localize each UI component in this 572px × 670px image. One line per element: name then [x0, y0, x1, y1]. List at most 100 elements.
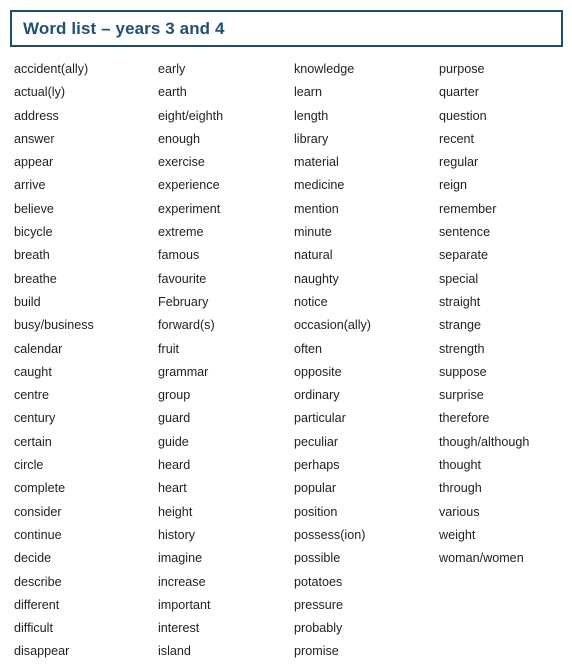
word-columns-container: accident(ally) actual(ly) address answer app…	[0, 58, 572, 664]
word-item: notice	[294, 294, 328, 309]
word-item: material	[294, 155, 339, 170]
word-item: length	[294, 108, 329, 123]
word-item: popular	[294, 481, 337, 496]
word-item: appear	[14, 155, 54, 170]
word-item: recent	[439, 131, 475, 146]
word-item: purpose	[439, 62, 485, 76]
word-item: famous	[158, 248, 200, 263]
word-item: thought	[439, 458, 482, 473]
word-item: group	[158, 388, 191, 403]
word-item: extreme	[158, 225, 204, 240]
word-item: bicycle	[14, 225, 53, 240]
word-item: promise	[294, 644, 339, 659]
word-item: certain	[14, 434, 52, 449]
word-item: reign	[439, 178, 468, 193]
word-item: remember	[439, 201, 497, 216]
word-item: complete	[14, 481, 66, 496]
word-item: different	[14, 597, 60, 612]
word-item: enough	[158, 131, 201, 146]
word-item: strength	[439, 341, 485, 356]
word-item: various	[439, 504, 480, 519]
word-item: particular	[294, 411, 346, 426]
word-item: eight/eighth	[158, 108, 224, 123]
word-item: quarter	[439, 85, 479, 100]
word-item: island	[158, 644, 191, 659]
word-item: arrive	[14, 178, 46, 193]
word-item: guard	[158, 411, 191, 426]
word-item: often	[294, 341, 323, 356]
word-item: possible	[294, 551, 341, 566]
word-item: important	[158, 597, 211, 612]
word-item: library	[294, 131, 329, 146]
word-item: believe	[14, 201, 54, 216]
word-item: earth	[158, 85, 187, 100]
word-item: actual(ly)	[14, 85, 66, 100]
word-item: therefore	[439, 411, 490, 426]
word-item: question	[439, 108, 487, 123]
word-item: heard	[158, 458, 191, 473]
word-column-1: accident(ally) actual(ly) address answer app…	[0, 58, 144, 664]
word-item: though/although	[439, 434, 530, 449]
word-item: pressure	[294, 597, 343, 612]
word-item: regular	[439, 155, 479, 170]
word-item: accident(ally)	[14, 62, 89, 76]
word-item: separate	[439, 248, 489, 263]
word-item: surprise	[439, 388, 484, 403]
word-item: special	[439, 271, 479, 286]
word-item: disappear	[14, 644, 70, 659]
word-item: busy/business	[14, 318, 94, 333]
word-item: minute	[294, 225, 332, 240]
word-item: increase	[158, 574, 206, 589]
word-list-page: Word list – years 3 and 4 accident(ally)…	[0, 0, 572, 670]
word-item: guide	[158, 434, 189, 449]
word-item: address	[14, 108, 59, 123]
word-item: learn	[294, 85, 323, 100]
word-item: position	[294, 504, 338, 519]
word-item: mention	[294, 201, 339, 216]
word-column-3: knowledge learn length library material medic…	[281, 58, 426, 664]
word-item: height	[158, 504, 193, 519]
word-item: knowledge	[294, 62, 355, 76]
word-item: natural	[294, 248, 333, 263]
word-item: circle	[14, 458, 44, 473]
word-item: sentence	[439, 225, 491, 240]
word-item: potatoes	[294, 574, 343, 589]
word-item: forward(s)	[158, 318, 215, 333]
word-item: centre	[14, 388, 50, 403]
word-item: century	[14, 411, 56, 426]
word-item: build	[14, 294, 41, 309]
word-item: calendar	[14, 341, 63, 356]
word-item: straight	[439, 294, 481, 309]
word-item: breathe	[14, 271, 57, 286]
word-item: naughty	[294, 271, 339, 286]
word-item: strange	[439, 318, 482, 333]
word-item: perhaps	[294, 458, 340, 473]
word-item: occasion(ally)	[294, 318, 371, 333]
word-item: imagine	[158, 551, 203, 566]
word-item: caught	[14, 364, 52, 379]
word-item: through	[439, 481, 482, 496]
word-item: February	[158, 294, 209, 309]
word-item: probably	[294, 621, 343, 636]
word-item: early	[158, 62, 186, 76]
word-item: opposite	[294, 364, 342, 379]
word-item: ordinary	[294, 388, 340, 403]
word-item: continue	[14, 527, 62, 542]
word-item: exercise	[158, 155, 205, 170]
page-title: Word list – years 3 and 4	[23, 18, 225, 38]
word-item: difficult	[14, 621, 53, 636]
word-item: weight	[439, 527, 476, 542]
word-item: suppose	[439, 364, 487, 379]
word-item: favourite	[158, 271, 207, 286]
word-item: possess(ion)	[294, 527, 366, 542]
word-item: answer	[14, 131, 55, 146]
word-item: woman/women	[439, 551, 524, 566]
word-item: consider	[14, 504, 62, 519]
word-column-4: purpose quarter question recent regular reign…	[426, 58, 572, 571]
word-item: peculiar	[294, 434, 339, 449]
word-item: interest	[158, 621, 200, 636]
word-item: experiment	[158, 201, 221, 216]
word-item: experience	[158, 178, 220, 193]
word-item: breath	[14, 248, 50, 263]
word-item: describe	[14, 574, 62, 589]
